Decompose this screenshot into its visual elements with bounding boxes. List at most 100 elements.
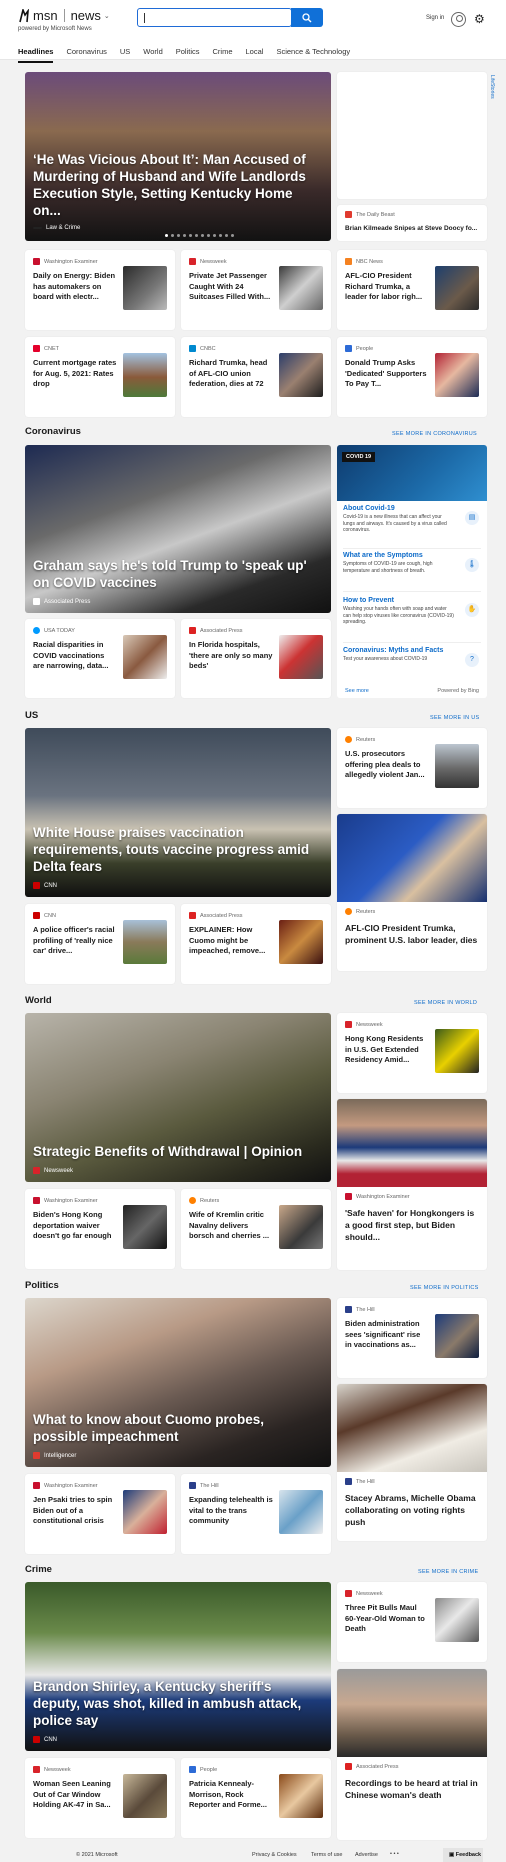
see-more-coronavirus[interactable]: SEE MORE IN CORONAVIRUS <box>392 431 477 437</box>
nav-tab-science[interactable]: Science & Technology <box>276 47 350 63</box>
world-hero-card[interactable]: Strategic Benefits of Withdrawal | Opini… <box>25 1013 331 1182</box>
card-title[interactable]: Woman Seen Leaning Out of Car Window Hol… <box>33 1779 117 1811</box>
nav-tab-coronavirus[interactable]: Coronavirus <box>66 47 106 63</box>
news-card[interactable]: Newsweek Hong Kong Residents in U.S. Get… <box>337 1013 487 1093</box>
nav-tab-world[interactable]: World <box>143 47 162 63</box>
source-line: Washington Examiner <box>33 258 98 265</box>
settings-gear-icon[interactable]: ⚙ <box>474 13 485 25</box>
coronavirus-hero-card[interactable]: Graham says he's told Trump to 'speak up… <box>25 445 331 613</box>
card-title[interactable]: In Florida hospitals, 'there are only so… <box>189 640 273 672</box>
card-title[interactable]: Jen Psaki tries to spin Biden out of a c… <box>33 1495 117 1527</box>
news-card[interactable]: CNBC Richard Trumka, head of AFL-CIO uni… <box>181 337 331 417</box>
covid-item-title[interactable]: How to Prevent <box>343 597 481 604</box>
crime-hero-card[interactable]: Brandon Shirley, a Kentucky sheriff's de… <box>25 1582 331 1751</box>
covid-item-symptoms[interactable]: What are the Symptoms Symptoms of COVID-1… <box>343 552 481 592</box>
carousel-dots[interactable] <box>165 234 234 237</box>
covid-item-title[interactable]: Coronavirus: Myths and Facts <box>343 647 481 654</box>
search-button[interactable] <box>291 8 323 27</box>
see-more-crime[interactable]: SEE MORE IN CRIME <box>418 1569 478 1575</box>
footer-link-privacy[interactable]: Privacy & Cookies <box>252 1852 297 1858</box>
card-title[interactable]: Daily on Energy: Biden has automakers on… <box>33 271 117 303</box>
news-card[interactable]: Washington Examiner Biden's Hong Kong de… <box>25 1189 175 1269</box>
news-card[interactable]: NBC News AFL-CIO President Richard Trumk… <box>337 250 487 330</box>
covid-item-myths[interactable]: Coronavirus: Myths and Facts Test your aw… <box>343 647 481 677</box>
nav-tab-local[interactable]: Local <box>246 47 264 63</box>
us-hero-card[interactable]: White House praises vaccination requirem… <box>25 728 331 897</box>
card-title[interactable]: Private Jet Passenger Caught With 24 Sui… <box>189 271 273 303</box>
card-title[interactable]: Recordings to be heard at trial in Chine… <box>345 1777 479 1801</box>
nav-tab-crime[interactable]: Crime <box>213 47 233 63</box>
card-title[interactable]: AFL-CIO President Richard Trumka, a lead… <box>345 271 429 303</box>
news-card[interactable]: Associated Press In Florida hospitals, '… <box>181 619 331 698</box>
card-title[interactable]: 'Safe haven' for Hongkongers is a good f… <box>345 1207 479 1243</box>
footer-link-advertise[interactable]: Advertise <box>355 1852 378 1858</box>
footer-link-terms[interactable]: Terms of use <box>311 1852 342 1858</box>
card-title[interactable]: Biden's Hong Kong deportation waiver doe… <box>33 1210 117 1242</box>
news-card[interactable]: Newsweek Private Jet Passenger Caught Wi… <box>181 250 331 330</box>
politics-hero-card[interactable]: What to know about Cuomo probes, possibl… <box>25 1298 331 1467</box>
user-avatar-icon[interactable] <box>451 12 466 27</box>
card-title[interactable]: AFL-CIO President Trumka, prominent U.S.… <box>345 922 479 946</box>
card-title[interactable]: U.S. prosecutors offering plea deals to … <box>345 749 429 781</box>
news-card[interactable]: USA TODAY Racial disparities in COVID va… <box>25 619 175 698</box>
card-title[interactable]: Three Pit Bulls Maul 60-Year-Old Woman t… <box>345 1603 429 1635</box>
more-options-icon[interactable]: • • • <box>390 1851 399 1857</box>
card-title[interactable]: Patricia Kennealy-Morrison, Rock Reporte… <box>189 1779 273 1811</box>
see-more-link[interactable]: See more <box>345 688 369 694</box>
hero-title[interactable]: Brandon Shirley, a Kentucky sheriff's de… <box>33 1678 321 1729</box>
nav-tab-headlines[interactable]: Headlines <box>18 47 54 63</box>
hero-title[interactable]: White House praises vaccination requirem… <box>33 824 321 875</box>
card-title[interactable]: Biden administration sees 'significant' … <box>345 1319 429 1351</box>
news-card[interactable]: People Patricia Kennealy-Morrison, Rock … <box>181 1758 331 1838</box>
hero-title[interactable]: What to know about Cuomo probes, possibl… <box>33 1411 321 1445</box>
section-label[interactable]: news <box>71 8 101 23</box>
news-card[interactable]: Washington Examiner Jen Psaki tries to s… <box>25 1474 175 1554</box>
nav-tab-us[interactable]: US <box>120 47 130 63</box>
news-card[interactable]: Associated Press EXPLAINER: How Cuomo mi… <box>181 904 331 984</box>
news-card[interactable]: Washington Examiner 'Safe haven' for Hon… <box>337 1099 487 1270</box>
news-card[interactable]: Associated Press Recordings to be heard … <box>337 1669 487 1840</box>
card-title[interactable]: Brian Kilmeade Snipes at Steve Doocy fo.… <box>345 224 479 235</box>
card-title[interactable]: A police officer's racial profiling of '… <box>33 925 117 957</box>
see-more-us[interactable]: SEE MORE IN US <box>430 715 479 721</box>
news-card[interactable]: Reuters U.S. prosecutors offering plea d… <box>337 728 487 808</box>
news-card[interactable]: Newsweek Three Pit Bulls Maul 60-Year-Ol… <box>337 1582 487 1662</box>
hero-title[interactable]: Strategic Benefits of Withdrawal | Opini… <box>33 1143 321 1160</box>
news-card[interactable]: Newsweek Woman Seen Leaning Out of Car W… <box>25 1758 175 1838</box>
card-title[interactable]: Hong Kong Residents in U.S. Get Extended… <box>345 1034 429 1066</box>
news-card[interactable]: CNET Current mortgage rates for Aug. 5, … <box>25 337 175 417</box>
news-card[interactable]: CNN A police officer's racial profiling … <box>25 904 175 984</box>
card-title[interactable]: Wife of Kremlin critic Navalny delivers … <box>189 1210 273 1242</box>
hero-title[interactable]: Graham says he's told Trump to 'speak up… <box>33 557 321 591</box>
news-card[interactable]: The Hill Biden administration sees 'sign… <box>337 1298 487 1378</box>
search-input[interactable] <box>137 8 292 27</box>
news-card[interactable]: Reuters Wife of Kremlin critic Navalny d… <box>181 1189 331 1269</box>
news-card[interactable]: Reuters AFL-CIO President Trumka, promin… <box>337 814 487 971</box>
covid-item-title[interactable]: What are the Symptoms <box>343 552 481 559</box>
card-title[interactable]: Richard Trumka, head of AFL-CIO union fe… <box>189 358 273 390</box>
msn-logo[interactable]: msn news ⌄ <box>18 8 110 23</box>
card-title[interactable]: Donald Trump Asks 'Dedicated' Supporters… <box>345 358 429 390</box>
card-title[interactable]: Expanding telehealth is vital to the tra… <box>189 1495 273 1527</box>
feedback-button[interactable]: ▣ Feedback <box>443 1848 483 1862</box>
news-card[interactable]: People Donald Trump Asks 'Dedicated' Sup… <box>337 337 487 417</box>
covid-item-about[interactable]: About Covid-19 Covid-19 is a new illness … <box>343 505 481 549</box>
nav-tab-politics[interactable]: Politics <box>176 47 200 63</box>
covid-item-title[interactable]: About Covid-19 <box>343 505 481 512</box>
side-tab[interactable]: LifeStories <box>487 75 495 115</box>
covid-item-prevent[interactable]: How to Prevent Washing your hands often w… <box>343 597 481 643</box>
news-card[interactable]: The Hill Stacey Abrams, Michelle Obama c… <box>337 1384 487 1541</box>
card-title[interactable]: Stacey Abrams, Michelle Obama collaborat… <box>345 1492 479 1528</box>
card-title[interactable]: Current mortgage rates for Aug. 5, 2021:… <box>33 358 117 390</box>
hero-title[interactable]: ‘He Was Vicious About It’: Man Accused o… <box>33 151 321 219</box>
chevron-down-icon[interactable]: ⌄ <box>104 12 110 20</box>
see-more-world[interactable]: SEE MORE IN WORLD <box>414 1000 477 1006</box>
news-card[interactable]: Washington Examiner Daily on Energy: Bid… <box>25 250 175 330</box>
sign-in-link[interactable]: Sign in <box>426 15 444 21</box>
see-more-politics[interactable]: SEE MORE IN POLITICS <box>410 1285 479 1291</box>
top-hero-card[interactable]: ‘He Was Vicious About It’: Man Accused o… <box>25 72 331 241</box>
card-title[interactable]: Racial disparities in COVID vaccinations… <box>33 640 117 672</box>
card-title[interactable]: EXPLAINER: How Cuomo might be impeached,… <box>189 925 273 957</box>
top-side-card[interactable]: The Daily Beast Brian Kilmeade Snipes at… <box>337 205 487 241</box>
news-card[interactable]: The Hill Expanding telehealth is vital t… <box>181 1474 331 1554</box>
